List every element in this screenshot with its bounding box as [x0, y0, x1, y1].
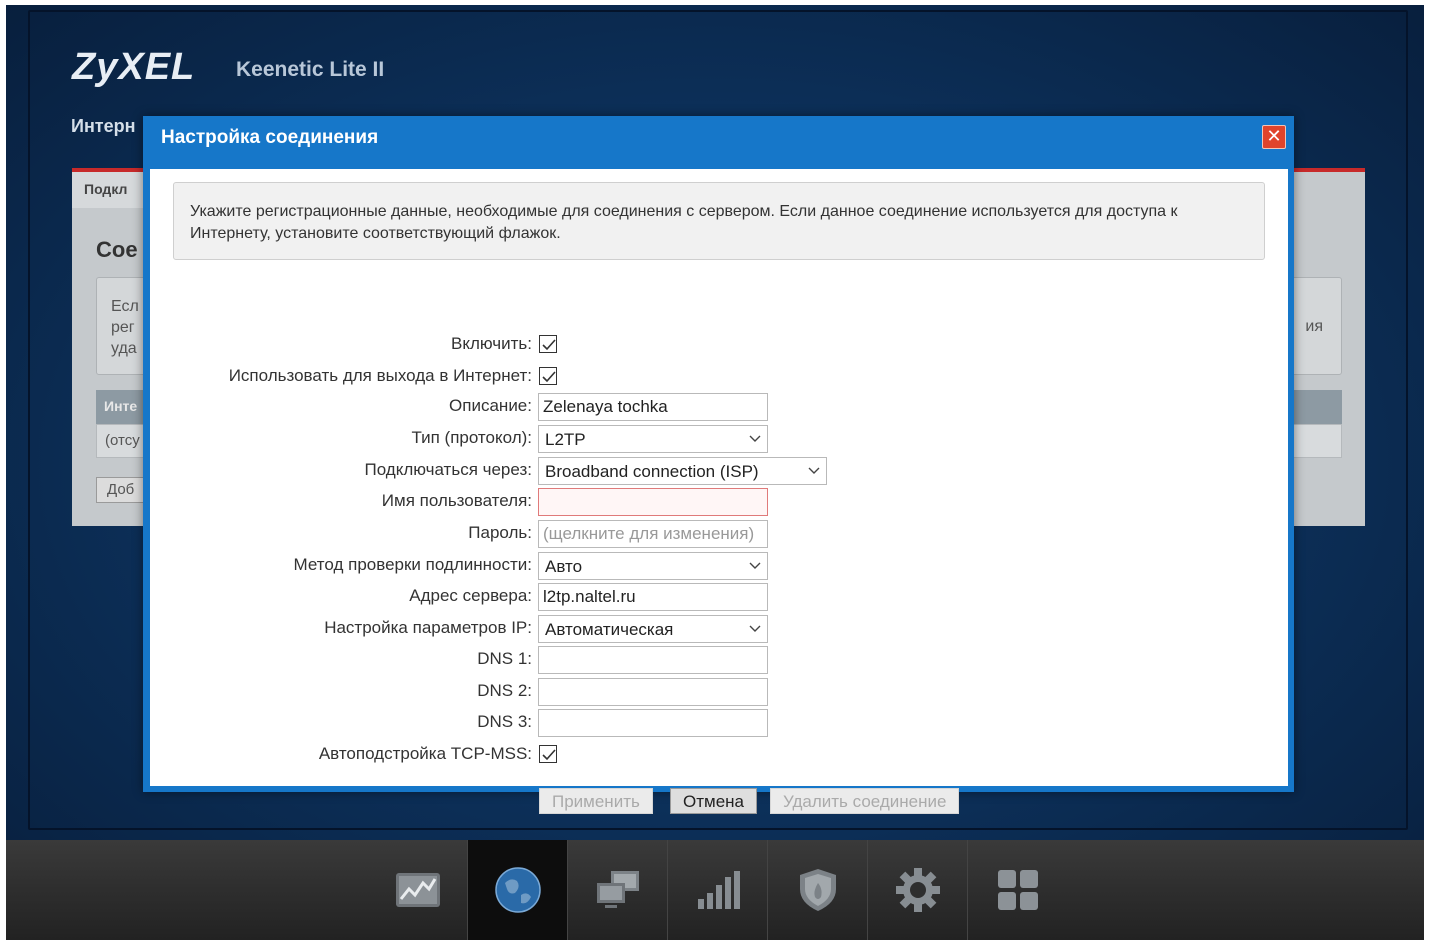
enable-label: Включить: [451, 334, 532, 353]
row-password: Пароль: [150, 520, 1288, 548]
tcp-mss-checkbox[interactable] [539, 745, 557, 763]
nav-item-apps[interactable] [968, 840, 1068, 940]
row-protocol: Тип (протокол): L2TP [150, 425, 1288, 453]
computers-icon [597, 871, 639, 908]
dialog-content: Укажите регистрационные данные, необходи… [150, 169, 1288, 814]
chevron-down-icon [749, 562, 761, 569]
dns3-input[interactable] [538, 709, 768, 737]
dialog-title: Настройка соединения [161, 127, 379, 148]
nav-item-home-network[interactable] [568, 840, 668, 940]
password-input[interactable] [538, 520, 768, 548]
delete-connection-button[interactable]: Удалить соединение [770, 788, 960, 814]
chevron-down-icon [749, 625, 761, 632]
dialog-info-text: Укажите регистрационные данные, необходи… [190, 203, 1178, 242]
row-dns2: DNS 2: [150, 678, 1288, 706]
cancel-button[interactable]: Отмена [670, 788, 757, 814]
info-line-3: уда [111, 340, 137, 357]
nav-item-security[interactable] [768, 840, 868, 940]
password-label: Пароль: [468, 523, 532, 542]
row-use-for-internet: Использовать для выхода в Интернет: [150, 363, 1288, 389]
row-auth-method: Метод проверки подлинности: Авто [150, 552, 1288, 580]
row-connect-via: Подключаться через: Broadband connection… [150, 457, 1288, 485]
use-for-internet-checkbox[interactable] [539, 367, 557, 385]
nav-item-system[interactable] [868, 840, 968, 940]
auth-method-select[interactable]: Авто [538, 552, 768, 580]
dns1-label: DNS 1: [477, 649, 532, 668]
dialog-info-box: Укажите регистрационные данные, необходи… [173, 182, 1265, 260]
globe-icon [495, 867, 541, 913]
description-label: Описание: [449, 396, 532, 415]
info-line-2: рег [111, 319, 135, 336]
row-ip-settings: Настройка параметров IP: Автоматическая [150, 615, 1288, 643]
connect-via-value: Broadband connection (ISP) [545, 462, 759, 481]
dns1-input[interactable] [538, 646, 768, 674]
auth-method-label: Метод проверки подлинности: [293, 555, 532, 574]
protocol-label: Тип (протокол): [411, 428, 532, 447]
connect-via-select[interactable]: Broadband connection (ISP) [538, 457, 827, 485]
enable-checkbox[interactable] [539, 335, 557, 353]
dns3-label: DNS 3: [477, 712, 532, 731]
row-enable: Включить: [150, 331, 1288, 357]
nav-item-internet[interactable] [468, 840, 568, 940]
dns2-label: DNS 2: [477, 681, 532, 700]
row-tcp-mss: Автоподстройка TCP-MSS: [150, 741, 1288, 767]
page-heading: Сое [96, 237, 138, 262]
dialog-buttons: Применить Отмена Удалить соединение [150, 788, 1288, 814]
tab-connections[interactable]: Подкл [72, 168, 152, 208]
check-icon [542, 749, 556, 761]
protocol-value: L2TP [545, 430, 586, 449]
auth-method-value: Авто [545, 557, 583, 576]
info-line-1: Есл [111, 298, 139, 315]
shield-icon [800, 869, 836, 911]
signal-bars-icon [698, 871, 740, 909]
check-icon [542, 339, 556, 351]
info-tail: ия [1305, 318, 1323, 335]
row-description: Описание: [150, 393, 1288, 421]
device-model: Keenetic Lite II [236, 58, 385, 81]
gear-icon [896, 868, 940, 912]
protocol-select[interactable]: L2TP [538, 425, 768, 453]
server-address-input[interactable] [538, 583, 768, 611]
chevron-down-icon [749, 435, 761, 442]
section-title: Интерн [71, 116, 136, 136]
ip-settings-select[interactable]: Автоматическая [538, 615, 768, 643]
apps-grid-icon [998, 870, 1038, 910]
bottom-nav [6, 840, 1424, 940]
apply-button[interactable]: Применить [539, 788, 653, 814]
tcp-mss-label: Автоподстройка TCP-MSS: [318, 744, 532, 763]
close-icon[interactable]: ✕ [1262, 125, 1286, 149]
table-header-label: Инте [104, 398, 138, 414]
nav-item-wifi[interactable] [668, 840, 768, 940]
ip-settings-label: Настройка параметров IP: [324, 618, 532, 637]
description-input[interactable] [538, 393, 768, 421]
chart-icon [396, 873, 440, 907]
server-address-label: Адрес сервера: [409, 586, 532, 605]
row-dns1: DNS 1: [150, 646, 1288, 674]
nav-item-monitor[interactable] [368, 840, 468, 940]
username-label: Имя пользователя: [381, 491, 532, 510]
username-input[interactable] [538, 488, 768, 516]
dns2-input[interactable] [538, 678, 768, 706]
chevron-down-icon [808, 467, 820, 474]
check-icon [542, 371, 556, 383]
row-dns3: DNS 3: [150, 709, 1288, 737]
table-row-text: (отсу [105, 432, 140, 449]
connection-settings-dialog: Настройка соединения ✕ Укажите регистрац… [143, 116, 1294, 814]
use-for-internet-label: Использовать для выхода в Интернет: [228, 366, 532, 385]
tab-label: Подкл [84, 181, 128, 197]
row-server-address: Адрес сервера: [150, 583, 1288, 611]
connect-via-label: Подключаться через: [364, 460, 532, 479]
row-username: Имя пользователя: [150, 488, 1288, 516]
brand-logo: ZyXEL [72, 46, 196, 88]
ip-settings-value: Автоматическая [545, 620, 674, 639]
